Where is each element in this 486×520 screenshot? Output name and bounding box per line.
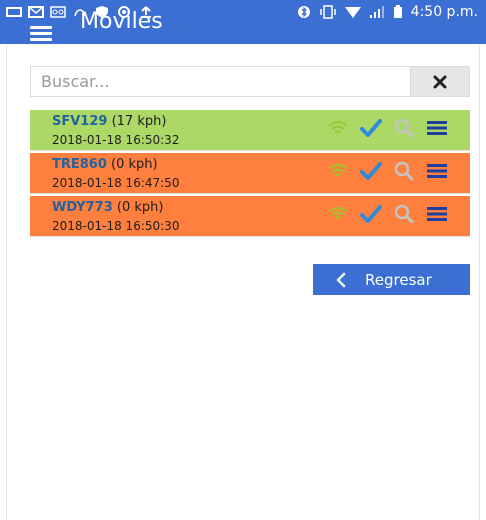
close-icon bbox=[433, 75, 447, 88]
row-actions bbox=[327, 203, 448, 225]
vehicle-title: WDY773 (0 kph) bbox=[52, 200, 163, 215]
voicemail-icon bbox=[50, 6, 66, 18]
back-button[interactable]: Regresar bbox=[313, 264, 470, 295]
status-system-icons: 4:50 p.m. bbox=[297, 2, 478, 22]
vehicle-row[interactable]: TRE860 (0 kph) 2018-01-18 16:47:50 bbox=[30, 153, 470, 194]
wifi-icon[interactable] bbox=[327, 117, 349, 139]
row-actions bbox=[327, 160, 448, 182]
list-icon[interactable] bbox=[426, 117, 448, 139]
vehicle-title: TRE860 (0 kph) bbox=[52, 157, 158, 172]
vehicle-timestamp: 2018-01-18 16:47:50 bbox=[52, 176, 180, 190]
wifi-status-icon bbox=[344, 7, 361, 18]
menu-icon[interactable] bbox=[30, 26, 52, 41]
check-icon[interactable] bbox=[360, 203, 382, 225]
wifi-icon[interactable] bbox=[327, 160, 349, 182]
frame-right-border bbox=[479, 0, 480, 520]
vibrate-icon bbox=[319, 5, 336, 19]
mail-icon bbox=[28, 6, 44, 18]
vehicle-plate: SFV129 bbox=[52, 114, 108, 129]
wifi-icon-glyph bbox=[329, 121, 347, 133]
vehicle-timestamp: 2018-01-18 16:50:30 bbox=[52, 219, 180, 233]
check-icon[interactable] bbox=[360, 117, 382, 139]
back-button-label: Regresar bbox=[365, 270, 432, 289]
row-actions bbox=[327, 117, 448, 139]
status-time: 4:50 p.m. bbox=[410, 4, 478, 20]
bluetooth-icon bbox=[297, 6, 310, 18]
vehicle-plate: WDY773 bbox=[52, 200, 113, 215]
page-title: Moviles bbox=[80, 9, 163, 34]
check-icon[interactable] bbox=[360, 160, 382, 182]
vehicle-title: SFV129 (17 kph) bbox=[52, 114, 166, 129]
cell-signal-icon bbox=[369, 6, 384, 18]
app-header: 4:50 p.m. Moviles bbox=[0, 0, 486, 44]
vehicle-row[interactable]: WDY773 (0 kph) 2018-01-18 16:50:30 bbox=[30, 196, 470, 237]
vehicle-speed: (17 kph) bbox=[111, 114, 167, 129]
list-icon[interactable] bbox=[426, 160, 448, 182]
list-icon[interactable] bbox=[426, 203, 448, 225]
notification-icon bbox=[6, 7, 22, 17]
search-icon[interactable] bbox=[393, 117, 415, 139]
vehicle-plate: TRE860 bbox=[52, 157, 107, 172]
vehicle-speed: (0 kph) bbox=[111, 157, 158, 172]
vehicle-list: SFV129 (17 kph) 2018-01-18 16:50:32 TRE8… bbox=[30, 110, 470, 237]
search-input[interactable] bbox=[31, 67, 410, 96]
chevron-left-icon bbox=[336, 272, 346, 287]
vehicle-row[interactable]: SFV129 (17 kph) 2018-01-18 16:50:32 bbox=[30, 110, 470, 151]
search-bar bbox=[30, 66, 470, 97]
clear-search-button[interactable] bbox=[410, 67, 469, 96]
battery-icon bbox=[393, 5, 402, 18]
vehicle-speed: (0 kph) bbox=[116, 200, 164, 215]
vehicle-timestamp: 2018-01-18 16:50:32 bbox=[52, 133, 180, 147]
wifi-icon[interactable] bbox=[327, 203, 349, 225]
frame-left-border bbox=[6, 0, 7, 520]
search-icon[interactable] bbox=[393, 160, 415, 182]
search-icon[interactable] bbox=[393, 203, 415, 225]
